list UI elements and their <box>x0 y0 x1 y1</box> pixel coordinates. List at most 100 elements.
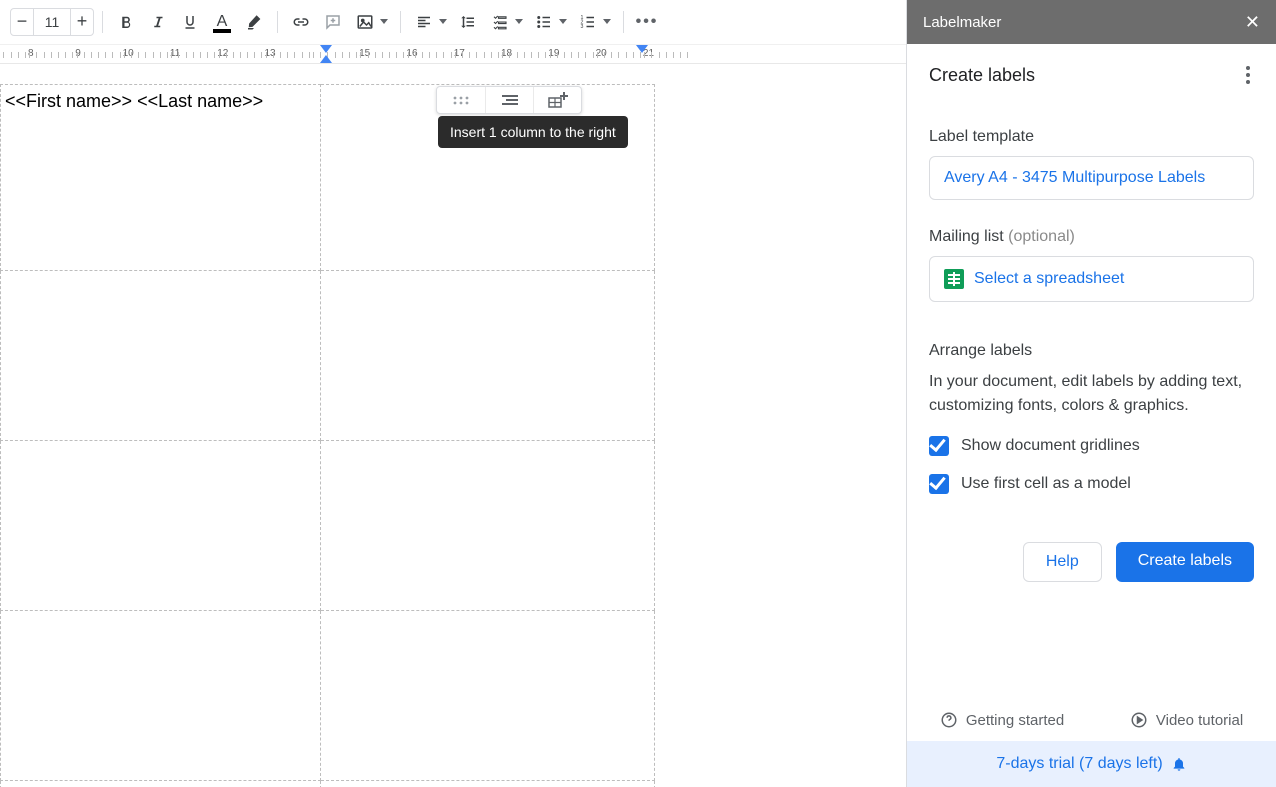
font-size-input[interactable] <box>34 8 70 36</box>
table-cell[interactable] <box>1 611 321 781</box>
sidebar-titlebar: Labelmaker ✕ <box>907 0 1276 44</box>
separator <box>400 11 401 33</box>
sheets-icon <box>944 269 964 289</box>
checklist-dropdown[interactable] <box>511 7 527 37</box>
show-gridlines-label: Show document gridlines <box>961 437 1140 455</box>
decrease-font-size-button[interactable]: − <box>10 8 34 36</box>
ruler-minor-ticks <box>171 52 215 58</box>
create-labels-button[interactable]: Create labels <box>1116 542 1254 582</box>
table-cell[interactable] <box>1 271 321 441</box>
align-combo[interactable] <box>409 7 451 37</box>
label-table[interactable]: <<First name>> <<Last name>> <box>0 84 655 787</box>
checkbox-checked-icon[interactable] <box>929 474 949 494</box>
more-toolbar-button[interactable]: ••• <box>632 7 662 37</box>
numbered-list-dropdown[interactable] <box>599 7 615 37</box>
sidebar: Labelmaker ✕ Create labels Label templat… <box>906 0 1276 787</box>
ruler-minor-ticks <box>550 52 594 58</box>
chevron-down-icon <box>515 19 523 24</box>
ruler-minor-ticks <box>77 52 121 58</box>
bold-button[interactable] <box>111 7 141 37</box>
video-tutorial-link[interactable]: Video tutorial <box>1130 711 1243 729</box>
label-template-select[interactable]: Avery A4 - 3475 Multipurpose Labels <box>929 156 1254 200</box>
table-cell-first[interactable]: <<First name>> <<Last name>> <box>1 85 321 271</box>
ruler-minor-ticks <box>124 52 168 58</box>
table-row[interactable] <box>1 441 655 611</box>
highlight-color-button[interactable] <box>239 7 269 37</box>
sidebar-footer-links: Getting started Video tutorial <box>907 699 1276 741</box>
sidebar-more-menu[interactable] <box>1242 62 1254 88</box>
sidebar-header: Create labels <box>907 44 1276 94</box>
insert-image-combo[interactable] <box>350 7 392 37</box>
ruler-minor-ticks <box>219 52 263 58</box>
table-cell[interactable] <box>321 781 655 787</box>
use-first-cell-checkbox-row[interactable]: Use first cell as a model <box>929 474 1254 494</box>
separator <box>102 11 103 33</box>
chevron-down-icon <box>439 19 447 24</box>
ruler-minor-ticks <box>455 52 499 58</box>
align-dropdown[interactable] <box>435 7 451 37</box>
table-row[interactable] <box>1 781 655 787</box>
drag-column-handle[interactable] <box>437 87 485 113</box>
arrange-labels-label: Arrange labels <box>929 342 1254 360</box>
mailing-spreadsheet-value: Select a spreadsheet <box>974 270 1124 288</box>
ruler-minor-ticks <box>408 52 452 58</box>
italic-button[interactable] <box>143 7 173 37</box>
table-cell[interactable] <box>1 781 321 787</box>
table-cell[interactable] <box>321 271 655 441</box>
document-area[interactable]: <<First name>> <<Last name>> Insert 1 co… <box>0 64 906 787</box>
column-options-button[interactable] <box>485 87 533 113</box>
getting-started-link[interactable]: Getting started <box>940 711 1064 729</box>
ruler-indent-marker-bottom[interactable] <box>320 55 332 63</box>
font-size-group: − + <box>10 8 94 36</box>
ruler-minor-ticks <box>597 52 641 58</box>
numbered-list-combo[interactable]: 123 <box>573 7 615 37</box>
table-cell[interactable] <box>1 441 321 611</box>
insert-image-dropdown[interactable] <box>376 7 392 37</box>
checkbox-checked-icon[interactable] <box>929 436 949 456</box>
sidebar-heading: Create labels <box>929 65 1035 86</box>
underline-button[interactable] <box>175 7 205 37</box>
svg-text:3: 3 <box>581 24 584 30</box>
trial-banner[interactable]: 7-days trial (7 days left) <box>907 741 1276 787</box>
ruler-indent-marker-top[interactable] <box>320 45 332 53</box>
close-icon[interactable]: ✕ <box>1245 12 1260 33</box>
sidebar-title: Labelmaker <box>923 14 1001 31</box>
use-first-cell-label: Use first cell as a model <box>961 475 1131 493</box>
ruler-minor-ticks <box>644 52 688 58</box>
insert-column-right-button[interactable] <box>533 87 581 113</box>
label-template-value: Avery A4 - 3475 Multipurpose Labels <box>944 169 1205 187</box>
table-cell[interactable] <box>321 611 655 781</box>
mailing-list-label: Mailing list (optional) <box>929 228 1254 246</box>
arrange-labels-description: In your document, edit labels by adding … <box>929 370 1254 418</box>
bulleted-list-combo[interactable] <box>529 7 571 37</box>
chevron-down-icon <box>559 19 567 24</box>
table-row[interactable] <box>1 611 655 781</box>
line-spacing-button[interactable] <box>453 7 483 37</box>
tooltip: Insert 1 column to the right <box>438 116 628 148</box>
table-cell[interactable] <box>321 441 655 611</box>
help-button[interactable]: Help <box>1023 542 1102 582</box>
ruler-minor-ticks <box>360 52 404 58</box>
ruler-right-margin-marker[interactable] <box>636 45 648 53</box>
ruler-minor-ticks <box>502 52 546 58</box>
bulleted-list-dropdown[interactable] <box>555 7 571 37</box>
merge-field-text: <<First name>> <<Last name>> <box>5 91 263 111</box>
text-color-bar <box>213 29 231 33</box>
mailing-spreadsheet-select[interactable]: Select a spreadsheet <box>929 256 1254 302</box>
increase-font-size-button[interactable]: + <box>70 8 94 36</box>
ruler-minor-ticks <box>29 52 73 58</box>
separator <box>277 11 278 33</box>
separator <box>623 11 624 33</box>
show-gridlines-checkbox-row[interactable]: Show document gridlines <box>929 436 1254 456</box>
chevron-down-icon <box>380 19 388 24</box>
label-template-label: Label template <box>929 128 1254 146</box>
table-column-controls <box>436 86 582 114</box>
text-color-button[interactable]: A <box>207 7 237 37</box>
insert-comment-button[interactable] <box>318 7 348 37</box>
checklist-combo[interactable] <box>485 7 527 37</box>
insert-link-button[interactable] <box>286 7 316 37</box>
trial-text: 7-days trial (7 days left) <box>996 755 1162 773</box>
chevron-down-icon <box>603 19 611 24</box>
ruler-minor-ticks <box>266 52 310 58</box>
table-row[interactable] <box>1 271 655 441</box>
